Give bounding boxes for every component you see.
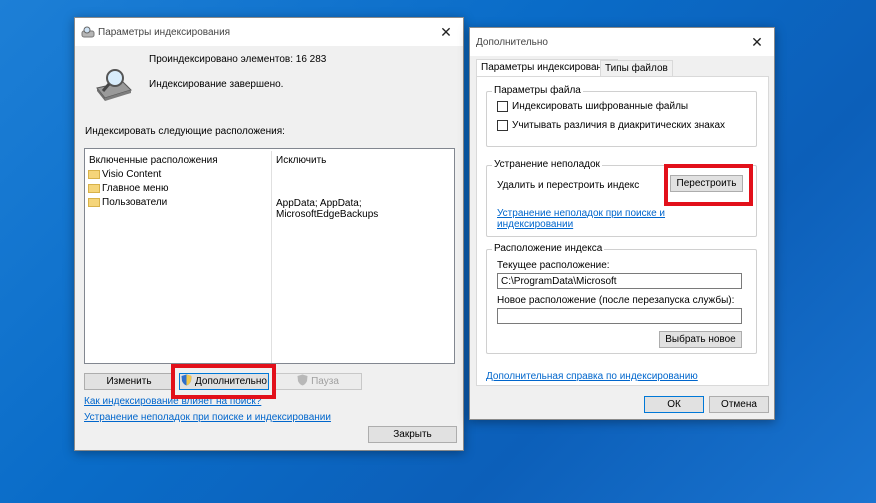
locations-list[interactable]: Включенные расположения Исключить Visio …	[84, 148, 455, 364]
drive-search-icon	[93, 66, 133, 102]
column-header-included[interactable]: Включенные расположения	[89, 155, 218, 166]
pause-button[interactable]: Пауза	[274, 373, 362, 390]
indexing-options-icon	[81, 26, 95, 38]
pause-button-label: Пауза	[311, 376, 339, 387]
advanced-button-label: Дополнительно	[195, 376, 267, 387]
list-item[interactable]: Пользователи	[88, 197, 271, 210]
indexing-options-window: Параметры индексирования ✕ Проиндексиров…	[74, 17, 464, 451]
list-item[interactable]: Главное меню	[88, 183, 271, 196]
rebuild-button-label: Перестроить	[676, 178, 737, 189]
list-item[interactable]: Visio Content	[88, 169, 271, 182]
folder-icon	[88, 169, 100, 179]
indexing-help-link[interactable]: Дополнительная справка по индексированию	[486, 371, 698, 382]
how-indexing-affects-link[interactable]: Как индексирование влияет на поиск?	[84, 396, 261, 407]
window-title: Параметры индексирования	[98, 27, 231, 38]
troubleshooting-group: Устранение неполадок Удалить и перестрои…	[486, 159, 757, 237]
tab-label: Типы файлов	[605, 63, 668, 74]
close-icon[interactable]: ✕	[748, 33, 766, 51]
group-label: Расположение индекса	[492, 243, 605, 254]
current-location-field: C:\ProgramData\Microsoft	[497, 273, 742, 289]
encrypted-files-checkbox[interactable]	[497, 101, 508, 112]
group-label: Устранение неполадок	[492, 159, 602, 170]
modify-button[interactable]: Изменить	[84, 373, 174, 390]
location-name: Visio Content	[102, 169, 162, 180]
tab-label: Параметры индексирования	[481, 62, 614, 73]
encrypted-files-label[interactable]: Индексировать шифрованные файлы	[512, 101, 688, 112]
window-titlebar[interactable]: Дополнительно ✕	[470, 28, 774, 56]
shield-icon	[297, 374, 308, 389]
new-location-field	[497, 308, 742, 324]
rebuild-text: Удалить и перестроить индекс	[497, 180, 640, 191]
folder-icon	[88, 183, 100, 193]
select-new-button-label: Выбрать новое	[665, 334, 736, 345]
advanced-options-window: Дополнительно ✕ Параметры индексирования…	[469, 27, 775, 420]
cancel-button[interactable]: Отмена	[709, 396, 769, 413]
tab-panel: Параметры файла Индексировать шифрованны…	[476, 76, 769, 386]
window-titlebar[interactable]: Параметры индексирования ✕	[75, 18, 463, 46]
rebuild-button[interactable]: Перестроить	[670, 175, 743, 192]
close-button[interactable]: Закрыть	[368, 426, 457, 443]
folder-icon	[88, 197, 100, 207]
new-location-label: Новое расположение (после перезапуска сл…	[497, 295, 735, 306]
group-label: Параметры файла	[492, 85, 583, 96]
tab-file-types[interactable]: Типы файлов	[600, 60, 673, 77]
location-exclude: AppData; AppData; MicrosoftEdgeBackups	[276, 198, 379, 220]
indexed-count: Проиндексировано элементов: 16 283	[149, 54, 327, 65]
select-new-button[interactable]: Выбрать новое	[659, 331, 742, 348]
file-settings-group: Параметры файла Индексировать шифрованны…	[486, 85, 757, 147]
location-name: Пользователи	[102, 197, 168, 208]
location-name: Главное меню	[102, 183, 169, 194]
index-location-group: Расположение индекса Текущее расположени…	[486, 243, 757, 354]
close-icon[interactable]: ✕	[437, 23, 455, 41]
advanced-button[interactable]: Дополнительно	[179, 373, 269, 390]
troubleshoot-link[interactable]: Устранение неполадок при поиске и индекс…	[84, 412, 331, 423]
current-location-value: C:\ProgramData\Microsoft	[501, 276, 617, 287]
troubleshoot-link-line2[interactable]: индексировании	[497, 219, 573, 230]
current-location-label: Текущее расположение:	[497, 260, 610, 271]
cancel-button-label: Отмена	[721, 399, 757, 410]
modify-button-label: Изменить	[106, 376, 152, 387]
column-divider	[271, 151, 272, 363]
shield-icon	[181, 374, 192, 389]
diacritics-checkbox[interactable]	[497, 120, 508, 131]
column-header-excluded[interactable]: Исключить	[276, 155, 326, 166]
window-title: Дополнительно	[476, 37, 548, 48]
close-button-label: Закрыть	[393, 429, 432, 440]
ok-button-label: ОК	[667, 399, 681, 410]
ok-button[interactable]: ОК	[644, 396, 704, 413]
troubleshoot-link-line1[interactable]: Устранение неполадок при поиске и	[497, 208, 665, 219]
index-status: Индексирование завершено.	[149, 79, 284, 90]
diacritics-label[interactable]: Учитывать различия в диакритических знак…	[512, 120, 725, 131]
locations-label: Индексировать следующие расположения:	[85, 126, 285, 137]
